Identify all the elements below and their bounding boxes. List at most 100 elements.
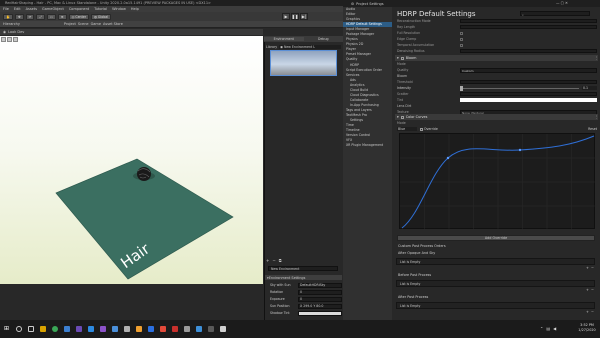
curve-key[interactable] [518,148,522,152]
channel-dropdown[interactable]: Blue [397,127,417,131]
outlook-icon[interactable] [64,326,70,332]
setting-value-field[interactable] [460,19,597,23]
view-mode-single-icon[interactable] [1,37,6,42]
setting-value-slider[interactable] [460,49,597,53]
menu-file[interactable]: File [3,7,9,11]
duplicate-environment-button[interactable]: ⧉ [279,258,282,263]
app-icon[interactable] [160,326,166,332]
visual-studio-code-icon[interactable] [88,326,94,332]
override-checkbox[interactable] [420,127,423,131]
tint-color-swatch[interactable] [460,98,597,102]
add-list-item-button[interactable]: + [586,310,589,314]
tab-game[interactable]: Game [91,22,101,26]
unity-icon[interactable] [184,326,190,332]
app-icon[interactable] [76,326,82,332]
curve-editor[interactable] [399,133,596,230]
exposure-field[interactable]: 0 [298,296,342,302]
network-icon[interactable]: ▤ [546,326,550,331]
tab-debug[interactable]: Debug [304,37,344,41]
add-override-button[interactable]: Add Override [397,235,595,241]
more-icon[interactable]: ⋮ [595,56,598,60]
lookdev-tab[interactable]: ◉ Look Dev [0,29,263,35]
move-tool-button[interactable]: ✥ [14,13,24,20]
add-list-item-button[interactable]: + [586,266,589,270]
environment-name-field[interactable]: New Environment [268,266,338,271]
rect-tool-button[interactable]: ▭ [46,13,56,20]
windows-start-icon[interactable]: ⊞ [4,326,10,332]
pivot-center-button[interactable]: ◎ Center [68,13,90,20]
remove-list-item-button[interactable]: − [591,266,594,270]
reset-button[interactable]: Reset [588,127,597,131]
rotate-tool-button[interactable]: ⟳ [25,13,35,20]
play-button[interactable]: ▶ [282,13,290,20]
menu-window[interactable]: Window [112,7,126,11]
app-icon[interactable] [148,326,154,332]
search-icon[interactable] [16,326,22,332]
pause-button[interactable]: ❚❚ [291,13,299,20]
threshold-slider[interactable] [460,80,597,84]
environment-thumbnail[interactable] [270,50,337,76]
close-icon[interactable]: ✕ [565,1,568,5]
app-icon[interactable] [136,326,142,332]
checkbox[interactable] [460,43,463,47]
app-icon[interactable] [196,326,202,332]
chevron-up-icon[interactable]: ⌃ [540,326,543,331]
library-field[interactable]: ◉ New Environment L [279,44,341,49]
app-icon[interactable] [124,326,130,332]
tab-environment[interactable]: Environment [264,37,304,41]
menu-edit[interactable]: Edit [14,7,21,11]
quality-dropdown[interactable]: Custom [460,67,597,73]
app-icon[interactable] [172,326,178,332]
menu-help[interactable]: Help [131,7,139,11]
hand-tool-button[interactable]: ✋ [3,13,13,20]
tab-scene[interactable]: Scene [78,22,89,26]
environment-settings-header[interactable]: ▾ Environment Settings [265,275,342,280]
environment-list-buttons: + − ⧉ [266,258,282,263]
curve-key[interactable] [446,156,450,160]
checkbox[interactable] [460,37,463,41]
menu-tutorial[interactable]: Tutorial [94,7,107,11]
pivot-global-button[interactable]: ◍ Global [91,13,112,20]
app-icon[interactable] [220,326,226,332]
remove-list-item-button[interactable]: − [591,310,594,314]
file-explorer-icon[interactable] [40,326,46,332]
sun-position-field[interactable]: X 299.0 Y 80.0 [298,303,342,309]
chrome-icon[interactable] [52,326,58,332]
view-mode-split-icon[interactable] [7,37,12,42]
menu-assets[interactable]: Assets [26,7,37,11]
more-icon[interactable]: ⋮ [595,115,598,119]
intensity-slider[interactable] [460,85,579,91]
search-input[interactable]: ⌕ [520,11,590,17]
remove-list-item-button[interactable]: − [591,288,594,292]
tab-hierarchy[interactable]: Hierarchy [3,22,20,26]
view-mode-compare-icon[interactable] [13,37,18,42]
add-environment-button[interactable]: + [266,258,269,263]
app-icon[interactable] [112,326,118,332]
shadow-tint-swatch[interactable] [298,310,342,316]
volume-icon[interactable]: ◀ [553,326,556,331]
transform-tool-button[interactable]: ⊕ [57,13,67,20]
scatter-slider[interactable] [460,92,597,96]
visual-studio-icon[interactable] [100,326,106,332]
tab-project[interactable]: Project [64,22,76,26]
intensity-value-field[interactable]: 0.1 [582,86,597,90]
remove-environment-button[interactable]: − [272,258,275,263]
checkbox[interactable] [400,56,404,60]
checkbox[interactable] [460,31,463,35]
app-icon[interactable] [208,326,214,332]
checkbox[interactable] [400,115,404,119]
scale-tool-button[interactable]: ⤢ [36,13,45,20]
nav-xr-plugin-management[interactable]: XR Plugin Management [343,143,392,148]
rotation-field[interactable]: 0 [298,289,342,295]
system-clock[interactable]: 3:52 PM 1/27/2020 [576,323,598,333]
menu-gameobject[interactable]: GameObject [42,7,64,11]
menu-component[interactable]: Component [69,7,89,11]
setting-value-field[interactable] [460,25,597,29]
tab-asset-store[interactable]: Asset Store [103,22,123,26]
slider-handle[interactable] [460,85,463,91]
sky-field[interactable]: DefaultHDRISky [298,282,342,288]
task-view-icon[interactable] [28,326,34,332]
add-list-item-button[interactable]: + [586,288,589,292]
step-button[interactable]: ▶| [300,13,308,20]
lookdev-viewport[interactable]: Hair [0,36,263,284]
